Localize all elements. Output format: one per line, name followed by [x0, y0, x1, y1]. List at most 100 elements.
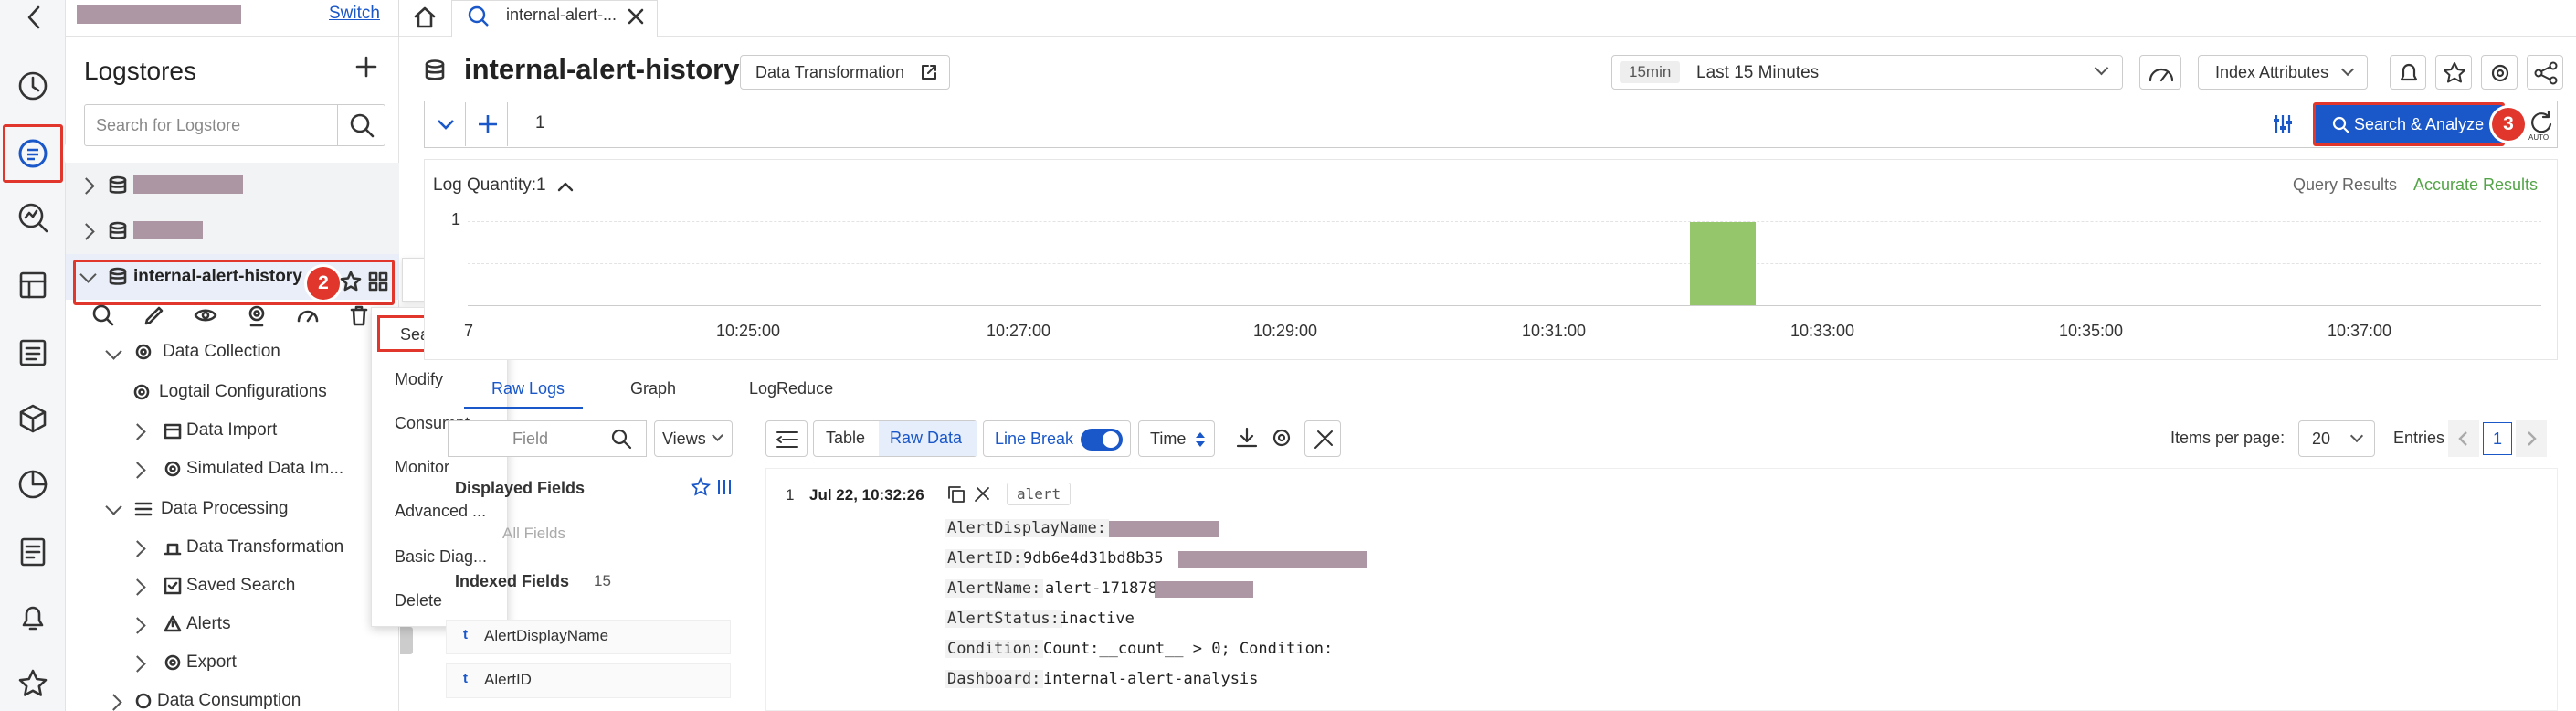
field-search-placeholder: Field — [512, 430, 549, 448]
list-icon[interactable] — [16, 336, 49, 369]
view-icon[interactable] — [194, 303, 217, 327]
histogram-bar[interactable] — [1690, 222, 1756, 305]
collapse-fields-button[interactable] — [765, 420, 808, 457]
time-range-picker[interactable]: 15min Last 15 Minutes — [1611, 55, 2123, 90]
tab-label[interactable]: internal-alert-... — [506, 5, 617, 25]
field-search-icon[interactable] — [609, 427, 635, 452]
monitor-icon[interactable] — [245, 303, 269, 327]
tree-logtail-configurations[interactable]: Logtail Configurations — [159, 382, 327, 402]
tab-raw-logs[interactable]: Raw Logs — [464, 369, 583, 409]
query-icon[interactable] — [91, 303, 115, 327]
table-view-button[interactable]: Table — [826, 429, 865, 448]
y-tick-top: 1 — [451, 210, 461, 228]
query-bar — [424, 101, 2558, 148]
logstore-header-icon — [424, 58, 446, 84]
menu-item-basic-diagnosis[interactable]: Basic Diag... — [372, 536, 509, 577]
alert-bell-button[interactable] — [2390, 55, 2426, 90]
tree-data-collection[interactable]: Data Collection — [163, 342, 280, 362]
raw-data-label: Raw Data — [890, 429, 963, 447]
page-title: internal-alert-history — [464, 53, 740, 85]
download-icon[interactable] — [1235, 426, 1259, 451]
data-transformation-button[interactable]: Data Transformation — [740, 55, 950, 90]
query-results-label[interactable]: Query Results — [2293, 175, 2397, 195]
tools-button[interactable] — [1304, 420, 1341, 457]
top-divider — [398, 0, 399, 37]
tree-data-import[interactable]: Data Import — [186, 420, 277, 440]
report-icon[interactable] — [16, 536, 49, 568]
back-icon[interactable] — [20, 2, 48, 33]
search-analysis-icon[interactable] — [16, 201, 49, 234]
gauge-icon[interactable] — [296, 303, 320, 327]
saved-search-icon — [163, 576, 183, 596]
cube-icon[interactable] — [16, 402, 49, 435]
add-query-icon[interactable] — [468, 102, 508, 146]
top-bar — [66, 0, 2576, 37]
favorite-button[interactable] — [2435, 55, 2472, 90]
field-name[interactable]: AlertDisplayName — [484, 627, 608, 645]
time-sort-button[interactable]: Time — [1138, 420, 1215, 457]
tree-simulated-data-import[interactable]: Simulated Data Im... — [186, 459, 343, 479]
tree-saved-search[interactable]: Saved Search — [186, 576, 295, 596]
log-value-redacted — [1109, 521, 1219, 537]
annotation-box-1 — [3, 124, 63, 183]
sidebar-title: Logstores — [84, 57, 196, 85]
tree-export[interactable]: Export — [186, 653, 237, 673]
histogram-gridline — [468, 221, 2541, 222]
logstore-search-input[interactable]: Search for Logstore — [84, 104, 385, 146]
tab-search-icon — [466, 4, 491, 29]
home-icon[interactable] — [411, 4, 438, 31]
delete-icon[interactable] — [347, 303, 371, 327]
field-name[interactable]: AlertID — [484, 671, 532, 689]
clock-icon[interactable] — [16, 69, 49, 102]
results-settings-icon[interactable] — [1270, 426, 1293, 451]
pie-chart-icon[interactable] — [16, 468, 49, 501]
log-value: alert-171878 — [1045, 579, 1157, 598]
edit-icon[interactable] — [143, 303, 166, 327]
auto-refresh-icon[interactable] — [2528, 108, 2554, 133]
search-icon[interactable] — [337, 105, 385, 145]
query-options-icon[interactable] — [2271, 111, 2295, 137]
field-search-input[interactable]: Field — [448, 420, 647, 457]
copy-icon[interactable] — [946, 484, 966, 504]
tree-data-transformation[interactable]: Data Transformation — [186, 537, 343, 557]
next-page-icon[interactable] — [2516, 420, 2547, 457]
speed-meter-button[interactable] — [2139, 55, 2181, 90]
log-quantity-chevron-icon[interactable] — [555, 177, 575, 196]
sidebar-collapse-handle[interactable] — [400, 627, 413, 654]
x-tick: 10:25:00 — [716, 322, 781, 340]
displayed-fields-star-icon[interactable] — [691, 477, 711, 497]
current-page[interactable]: 1 — [2483, 422, 2512, 455]
query-line-number[interactable]: 1 — [535, 113, 545, 133]
raw-data-view-button[interactable]: Raw Data — [879, 421, 977, 456]
log-index: 1 — [786, 486, 795, 504]
prev-page-icon[interactable] — [2448, 420, 2479, 457]
index-attributes-dropdown[interactable]: Index Attributes — [2198, 55, 2368, 90]
add-logstore-icon[interactable] — [354, 55, 378, 79]
settings-button[interactable] — [2481, 55, 2518, 90]
switch-link[interactable]: Switch — [329, 4, 380, 24]
query-collapse-chevron-icon[interactable] — [426, 102, 466, 146]
displayed-fields-settings-icon[interactable] — [714, 477, 734, 497]
tab-graph[interactable]: Graph — [630, 379, 676, 398]
accurate-results-label[interactable]: Accurate Results — [2413, 175, 2538, 195]
star-icon[interactable] — [16, 667, 49, 700]
log-tools-icon[interactable] — [972, 484, 992, 504]
line-break-switch[interactable] — [1081, 429, 1123, 451]
tab-close-icon[interactable] — [625, 5, 647, 27]
share-button[interactable] — [2527, 55, 2563, 90]
items-per-page-select[interactable]: 20 — [2298, 420, 2375, 457]
tree-data-consumption[interactable]: Data Consumption — [157, 691, 301, 711]
x-tick: 10:33:00 — [1790, 322, 1855, 340]
topic-tag[interactable]: alert — [1007, 483, 1072, 505]
tree-alerts[interactable]: Alerts — [186, 614, 231, 634]
histogram-axis — [468, 305, 2541, 306]
tree-data-processing[interactable]: Data Processing — [161, 499, 288, 519]
dashboard-icon[interactable] — [16, 269, 49, 302]
views-dropdown[interactable]: Views — [654, 420, 733, 457]
search-analyze-button[interactable]: Search & Analyze — [2313, 102, 2505, 146]
auto-label: AUTO — [2528, 133, 2550, 142]
line-break-toggle[interactable]: Line Break — [983, 420, 1131, 457]
tab-logreduce[interactable]: LogReduce — [749, 379, 833, 398]
items-per-page-chevron-icon — [2349, 429, 2364, 443]
bell-icon[interactable] — [16, 601, 49, 634]
